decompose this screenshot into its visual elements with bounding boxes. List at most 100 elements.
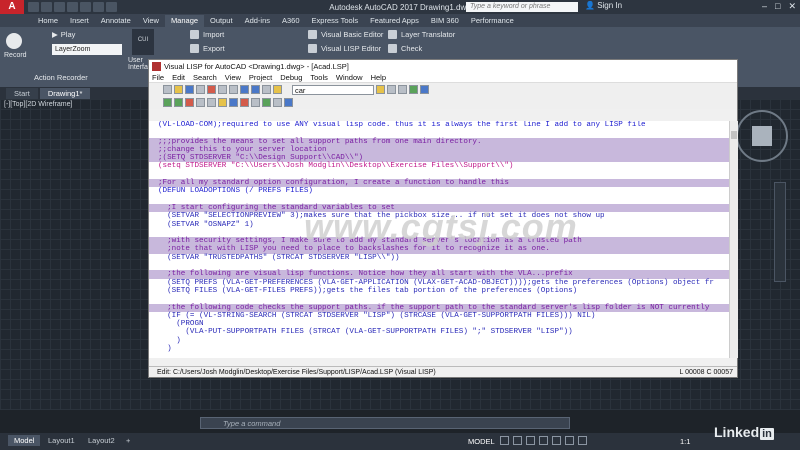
menu-debug[interactable]: Debug [280, 73, 302, 82]
action-macro-dropdown[interactable]: LayerZoom [52, 44, 122, 55]
cut-icon[interactable] [207, 85, 216, 94]
reset-icon[interactable] [185, 98, 194, 107]
toggle-breakpoint-icon[interactable] [240, 98, 249, 107]
save-file-icon[interactable] [185, 85, 194, 94]
code-line[interactable]: (SETVAR "SELECTIONPREVIEW" 3);makes sure… [149, 212, 729, 220]
code-line[interactable]: ;;change this to your server location [149, 145, 729, 155]
menu-file[interactable]: File [152, 73, 164, 82]
help-icon[interactable] [420, 85, 429, 94]
format-window-icon[interactable] [218, 98, 227, 107]
menu-window[interactable]: Window [336, 73, 363, 82]
grid-icon[interactable] [500, 436, 509, 445]
save-icon[interactable] [54, 2, 65, 12]
paste-icon[interactable] [229, 85, 238, 94]
load-window-icon[interactable] [196, 98, 205, 107]
trace-icon[interactable] [284, 98, 293, 107]
command-line-input[interactable]: Type a command [200, 417, 570, 429]
redo-icon[interactable] [106, 2, 117, 12]
close-icon[interactable]: ✕ [788, 1, 796, 12]
tab-drawing1[interactable]: Drawing1* [39, 87, 91, 99]
viewport-controls[interactable]: [-][Top][2D Wireframe] [4, 101, 72, 108]
tab-manage[interactable]: Manage [164, 15, 205, 27]
otrack-icon[interactable] [565, 436, 574, 445]
tab-layout1[interactable]: Layout1 [42, 435, 81, 446]
find-input[interactable]: car [292, 84, 374, 95]
apropos-icon[interactable] [409, 85, 418, 94]
polar-icon[interactable] [539, 436, 548, 445]
check-window-icon[interactable] [207, 98, 216, 107]
code-line[interactable]: (PROGN [149, 320, 729, 328]
code-line[interactable] [149, 196, 729, 204]
editor-scrollbar[interactable] [729, 121, 738, 358]
navigation-bar[interactable] [774, 182, 786, 282]
activate-autocad-icon[interactable] [262, 98, 271, 107]
tab-start[interactable]: Start [6, 87, 38, 99]
new-file-icon[interactable] [163, 85, 172, 94]
cui-icon[interactable]: CUI [132, 29, 154, 55]
step-over-icon[interactable] [174, 98, 183, 107]
code-line[interactable]: ;I start configuring the standard variab… [149, 203, 729, 213]
menu-tools[interactable]: Tools [310, 73, 328, 82]
saveas-icon[interactable] [67, 2, 78, 12]
tab-featured-apps[interactable]: Featured Apps [364, 15, 425, 27]
tab-insert[interactable]: Insert [64, 15, 95, 27]
action-recorder-panel-title[interactable]: Action Recorder [34, 73, 88, 82]
menu-view[interactable]: View [225, 73, 241, 82]
lineweight-icon[interactable] [578, 436, 587, 445]
code-line[interactable] [149, 171, 729, 179]
complete-word-icon[interactable] [262, 85, 271, 94]
code-line[interactable]: ;note that with LISP you need to place t… [149, 245, 729, 254]
code-line[interactable] [149, 229, 729, 237]
code-line[interactable]: (SETQ FILES (VLA-GET-FILES PREFS));gets … [149, 287, 729, 295]
bookmark-next-icon[interactable] [398, 85, 407, 94]
tab-express-tools[interactable]: Express Tools [306, 15, 365, 27]
console-icon[interactable] [273, 98, 282, 107]
annotation-scale[interactable]: 1:1 [680, 437, 690, 446]
code-line[interactable]: ;the following code checks the support p… [149, 303, 729, 312]
import-button[interactable]: Import [190, 30, 224, 39]
find-icon[interactable] [273, 85, 282, 94]
menu-edit[interactable]: Edit [172, 73, 185, 82]
open-file-icon[interactable] [174, 85, 183, 94]
viewcube-icon[interactable] [752, 126, 772, 146]
tab-view[interactable]: View [137, 15, 165, 27]
code-line[interactable]: (SETQ PREFS (VLA-GET-PREFERENCES (VLA-GE… [149, 279, 729, 287]
ortho-icon[interactable] [526, 436, 535, 445]
code-line[interactable]: ;(SETQ STDSERVER "C:\\Design Support\\CA… [149, 154, 729, 163]
tab-output[interactable]: Output [204, 15, 239, 27]
export-button[interactable]: Export [190, 44, 225, 53]
snap-icon[interactable] [513, 436, 522, 445]
scrollbar-thumb[interactable] [731, 131, 737, 139]
code-editor[interactable]: (VL-LOAD-COM);required to use ANY visual… [149, 121, 729, 358]
undo-icon[interactable] [240, 85, 249, 94]
model-space-button[interactable]: MODEL [468, 437, 495, 446]
minimize-icon[interactable]: – [762, 1, 767, 12]
inspect-icon[interactable] [251, 98, 260, 107]
step-into-icon[interactable] [163, 98, 172, 107]
watch-icon[interactable] [229, 98, 238, 107]
code-line[interactable] [149, 295, 729, 303]
sign-in-button[interactable]: 👤 Sign In [585, 1, 622, 10]
maximize-icon[interactable]: □ [775, 1, 780, 12]
tab-home[interactable]: Home [32, 15, 64, 27]
code-line[interactable]: ;For all my standard option configuratio… [149, 179, 729, 188]
menu-search[interactable]: Search [193, 73, 217, 82]
tab-bim360[interactable]: BIM 360 [425, 15, 465, 27]
redo-icon[interactable] [251, 85, 260, 94]
osnap-icon[interactable] [552, 436, 561, 445]
bookmark-icon[interactable] [387, 85, 396, 94]
play-button[interactable]: ▶ Play [52, 30, 75, 39]
code-line[interactable]: ;the following are visual lisp functions… [149, 270, 729, 279]
menu-project[interactable]: Project [249, 73, 272, 82]
code-line[interactable]: ) [149, 345, 729, 353]
menu-help[interactable]: Help [371, 73, 386, 82]
code-line[interactable]: (setq STDSERVER "C:\\Users\\Josh Modglin… [149, 162, 729, 170]
keyword-search-input[interactable]: Type a keyword or phrase [466, 2, 578, 12]
code-line[interactable] [149, 262, 729, 270]
tab-annotate[interactable]: Annotate [95, 15, 137, 27]
visual-basic-editor-button[interactable]: Visual Basic Editor [308, 30, 383, 39]
code-line[interactable]: (DEFUN LOADOPTIONS (/ PREFS FILES) [149, 187, 729, 195]
code-line[interactable]: (VLA-PUT-SUPPORTPATH FILES (STRCAT (VLA-… [149, 328, 729, 336]
print-icon[interactable] [80, 2, 91, 12]
tab-a360[interactable]: A360 [276, 15, 306, 27]
